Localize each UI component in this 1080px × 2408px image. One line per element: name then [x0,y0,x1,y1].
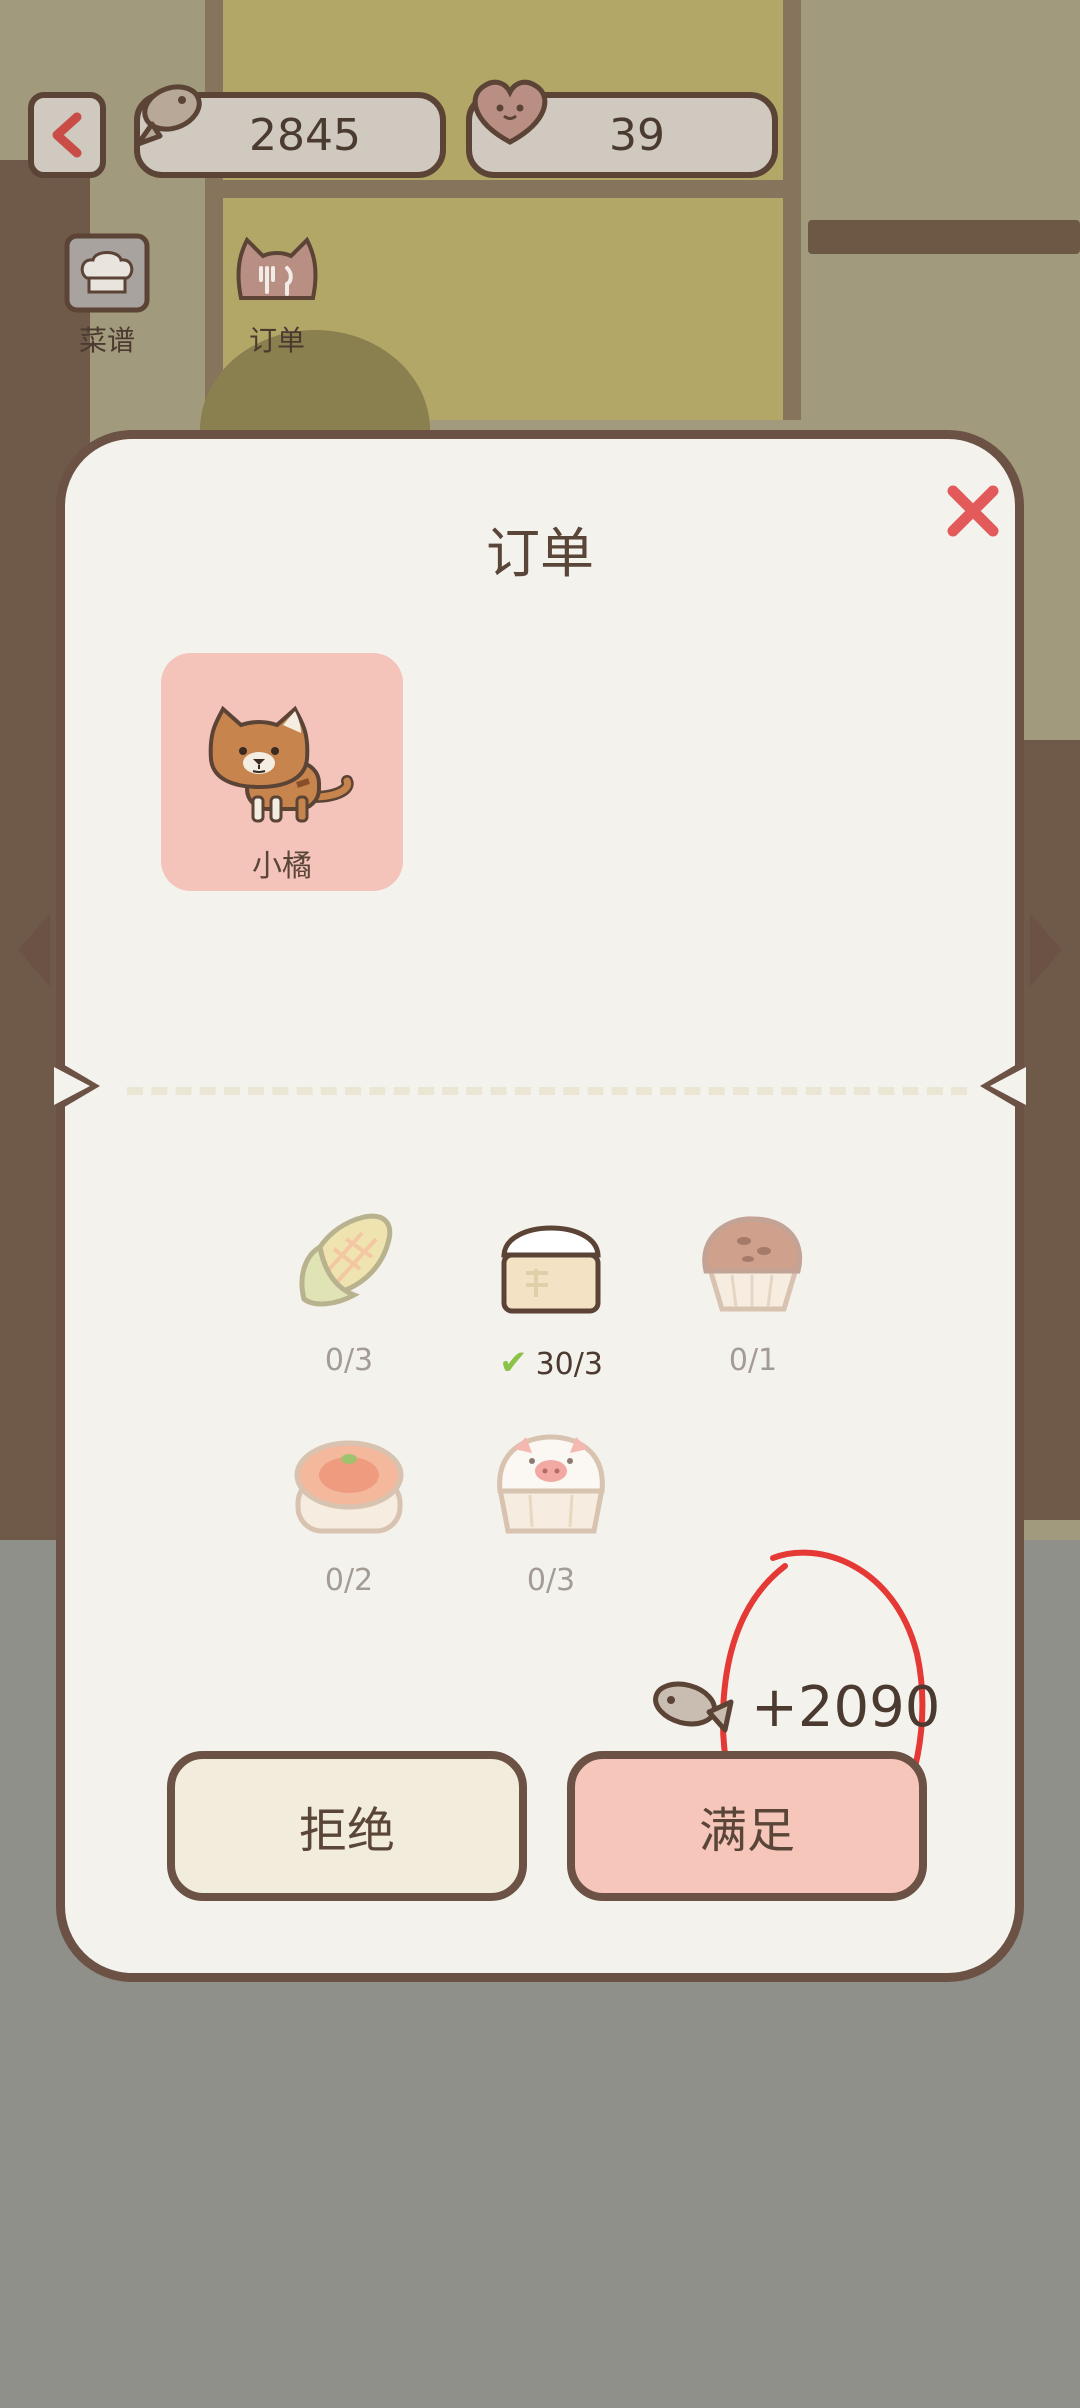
dish-progress: 0/3 [324,1343,374,1378]
reward-amount: +2090 [751,1674,941,1740]
muffin-icon [702,1216,803,1312]
dish-item[interactable]: 0/1 [683,1199,823,1378]
accept-button[interactable]: 满足 [567,1751,927,1901]
dish-progress: 0/3 [526,1563,576,1598]
customer-card[interactable]: 小橘 [161,653,403,891]
fish-icon [653,1681,734,1733]
dish-progress: 0/2 [324,1563,374,1598]
fish-icon [135,84,202,147]
fish-currency-counter: 2845 [134,84,446,178]
close-icon[interactable] [941,479,1005,543]
fish-count: 2845 [249,109,361,161]
bg-shelf [808,220,1080,254]
checkmark-icon: ✔ [499,1343,528,1383]
pig-bun-icon [496,1434,606,1534]
heart-count: 39 [609,109,665,161]
rice-steamer-icon [501,1225,601,1314]
dish-item[interactable]: 0/3 [481,1419,621,1598]
heart-currency-counter: 39 [466,79,778,178]
dish-progress: ✔ 30/3 [499,1343,603,1383]
back-button[interactable] [28,92,106,178]
dish-item[interactable]: 0/3 [279,1199,419,1378]
dialog-title: 订单 [486,522,594,585]
cat-fork-icon [236,236,318,300]
order-button[interactable]: 订单 [222,228,332,359]
siumai-icon [294,1440,404,1534]
orange-cat-icon [208,705,354,823]
corn-icon [299,1213,393,1307]
order-dialog: 订单 小橘 0/3 ✔ 30/3 0/1 0/2 0/3 +2090 拒绝 满足 [56,430,1024,1982]
heart-icon [472,79,548,145]
prev-arrow-icon[interactable] [10,905,60,995]
dashed-divider [127,1087,967,1095]
next-arrow-icon[interactable] [1020,905,1070,995]
recipe-label: 菜谱 [78,324,135,357]
order-label: 订单 [248,324,305,357]
chef-hat-icon [64,233,150,313]
reject-button[interactable]: 拒绝 [167,1751,527,1901]
customer-name: 小橘 [252,849,312,884]
dish-item[interactable]: ✔ 30/3 [471,1199,631,1383]
reward: +2090 [645,1667,940,1747]
dialog-notch-right-inner [990,1067,1026,1105]
recipe-button[interactable]: 菜谱 [52,228,162,359]
dialog-notch-left-inner [54,1067,90,1105]
dish-item[interactable]: 0/2 [279,1419,419,1598]
chevron-left-icon [52,112,82,158]
dish-progress: 0/1 [728,1343,778,1378]
